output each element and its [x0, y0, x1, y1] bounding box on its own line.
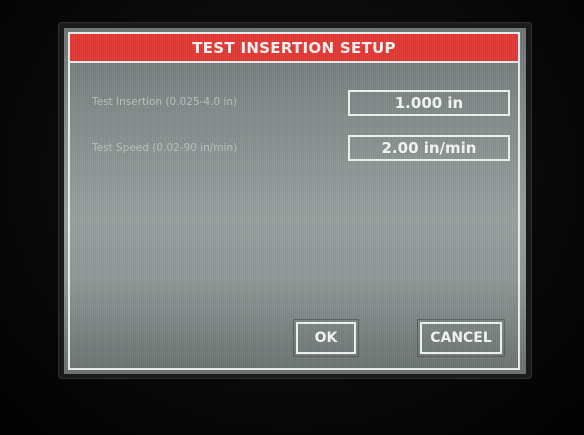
- dialog-title-bar: TEST INSERTION SETUP: [70, 34, 518, 63]
- dialog-title: TEST INSERTION SETUP: [192, 38, 396, 57]
- test-speed-field[interactable]: 2.00 in/min: [348, 135, 510, 161]
- test-insertion-field[interactable]: 1.000 in: [348, 90, 510, 116]
- touch-screen: TEST INSERTION SETUP Test Insertion (0.0…: [64, 28, 526, 374]
- ok-button[interactable]: OK: [293, 319, 359, 357]
- test-insertion-label: Test Insertion (0.025-4.0 in): [92, 96, 238, 108]
- test-insertion-setup-dialog: TEST INSERTION SETUP Test Insertion (0.0…: [68, 32, 520, 370]
- cancel-button[interactable]: CANCEL: [417, 319, 505, 357]
- test-speed-label: Test Speed (0.02-90 in/min): [92, 142, 238, 154]
